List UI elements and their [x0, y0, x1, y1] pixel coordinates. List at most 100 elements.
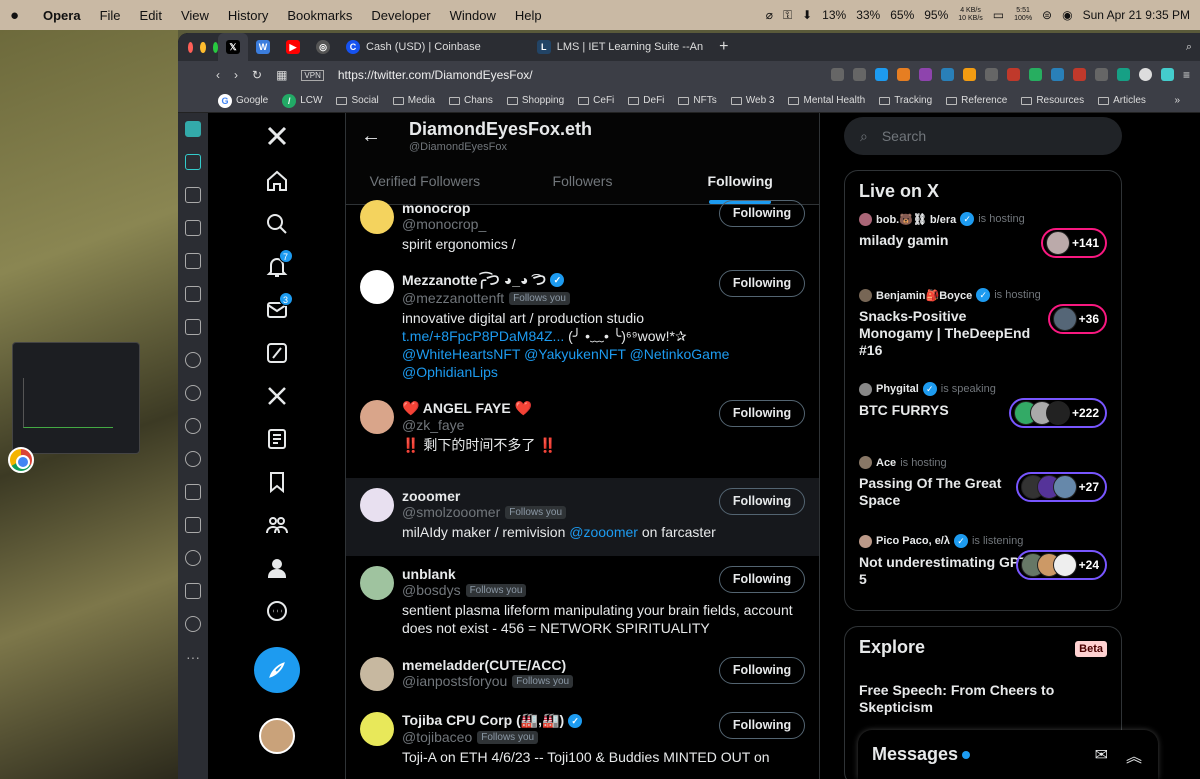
bookmark-folder[interactable]: Shopping — [506, 95, 564, 106]
lock-icon[interactable]: ⚿ — [783, 8, 792, 23]
bookmark-folder[interactable]: Reference — [946, 95, 1007, 106]
following-button[interactable]: Following — [719, 712, 805, 739]
vpn-icon[interactable]: VPN — [301, 69, 324, 81]
paperclip-icon[interactable]: ⌀ — [766, 8, 773, 22]
bookmarks-overflow-icon[interactable]: » — [1174, 95, 1200, 106]
wallet-icon[interactable] — [185, 253, 201, 269]
forward-icon[interactable]: › — [234, 68, 238, 82]
explore-item[interactable]: Free Speech: From Cheers to Skepticism — [845, 682, 1121, 716]
live-item[interactable]: Ace is hosting Passing Of The Great Space… — [845, 456, 1121, 534]
discord-icon[interactable] — [185, 352, 201, 368]
x-logo-icon[interactable] — [255, 112, 299, 160]
bio-mention[interactable]: @zooomer — [569, 524, 638, 540]
messages-icon[interactable]: 3 — [255, 288, 299, 332]
x-premium-icon[interactable] — [255, 374, 299, 418]
communities-icon[interactable] — [255, 503, 299, 547]
tab-search-icon[interactable]: ⌕ — [1178, 33, 1200, 61]
bookmark-google[interactable]: G Google — [218, 93, 268, 108]
user-avatar[interactable] — [360, 712, 394, 746]
live-item[interactable]: bob.🐻⛓ b/era ✓ is hosting milady gamin +14… — [845, 212, 1121, 288]
extension-icon[interactable] — [874, 68, 888, 81]
extension-icon[interactable] — [940, 68, 954, 81]
menu-icon[interactable]: ≡ — [1183, 68, 1190, 82]
more-icon[interactable]: ··· — [186, 649, 200, 665]
user-avatar[interactable] — [360, 270, 394, 304]
listeners-pill[interactable]: +141 — [1040, 228, 1107, 258]
bookmark-folder[interactable]: Social — [336, 95, 379, 106]
history-icon[interactable] — [185, 550, 201, 566]
extension-icon[interactable] — [1116, 68, 1130, 81]
bookmark-folder[interactable]: Tracking — [879, 95, 932, 106]
tab-youtube[interactable]: ▶ — [278, 33, 308, 61]
settings-icon[interactable] — [185, 616, 201, 632]
menu-history[interactable]: History — [228, 8, 268, 23]
bookmark-folder[interactable]: NFTs — [678, 95, 717, 106]
player-icon[interactable] — [185, 451, 201, 467]
tab-lms[interactable]: L LMS | IET Learning Suite --An — [529, 33, 711, 61]
list-item[interactable]: unblank @bosdys Follows you sentient plas… — [346, 556, 819, 651]
bookmark-folder[interactable]: Web 3 — [730, 95, 774, 106]
pages-icon[interactable] — [185, 187, 201, 203]
bio-mentions[interactable]: @WhiteHeartsNFT @YakyukenNFT @NetinkoGam… — [402, 346, 729, 362]
tab-w[interactable]: W — [248, 33, 278, 61]
messages-drawer[interactable]: Messages ✉ ︽ — [858, 730, 1158, 779]
extension-icon[interactable] — [1160, 68, 1174, 81]
back-arrow-icon[interactable]: ← — [361, 125, 381, 148]
extension-icon[interactable] — [1072, 68, 1086, 81]
following-button[interactable]: Following — [719, 400, 805, 427]
tab-coinbase[interactable]: C Cash (USD) | Coinbase — [338, 33, 489, 61]
live-item[interactable]: Phygital ✓ is speaking BTC FURRYS +222 — [845, 382, 1121, 456]
new-message-icon[interactable]: ✉ — [1095, 745, 1108, 765]
tab-following[interactable]: Following — [661, 158, 819, 204]
bio-link[interactable]: t.me/+8FpcP8PDaM84Z... — [402, 328, 564, 344]
listeners-pill[interactable]: +24 — [1015, 550, 1107, 580]
extension-icon[interactable] — [852, 68, 866, 81]
extension-icon[interactable] — [830, 68, 844, 81]
bookmark-folder[interactable]: Resources — [1021, 95, 1084, 106]
lists-icon[interactable] — [255, 417, 299, 461]
following-button[interactable]: Following — [719, 200, 805, 227]
bookmark-folder[interactable]: Chans — [448, 95, 493, 106]
user-avatar[interactable] — [360, 200, 394, 234]
back-icon[interactable]: ‹ — [216, 68, 220, 82]
list-item[interactable]: monocrop @monocrop_ spirit ergonomics / … — [346, 200, 819, 270]
following-button[interactable]: Following — [719, 488, 805, 515]
chrome-icon[interactable] — [8, 447, 34, 473]
user-avatar[interactable] — [360, 566, 394, 600]
siri-icon[interactable]: ◉ — [1062, 8, 1072, 22]
minimize-window-button[interactable] — [200, 41, 206, 53]
post-button[interactable] — [253, 647, 300, 693]
search-input[interactable]: ⌕ Search — [844, 117, 1122, 155]
list-item[interactable]: Tojiba CPU Corp (🏭,🏭) ✓ @tojibaceo Follows… — [346, 708, 819, 778]
extension-icon[interactable] — [962, 68, 976, 81]
extension-icon[interactable] — [918, 68, 932, 81]
list-item[interactable]: memeladder(CUTE/ACC) @ianpostsforyou Foll… — [346, 651, 819, 708]
following-button[interactable]: Following — [719, 270, 805, 297]
profile-icon[interactable] — [255, 546, 299, 590]
control-center-icon[interactable]: ⊜ — [1042, 8, 1052, 22]
window-thumbnail[interactable] — [12, 342, 140, 454]
listeners-pill[interactable]: +36 — [1047, 304, 1107, 334]
bookmark-folder[interactable]: Articles — [1098, 95, 1146, 106]
apple-icon[interactable]: ● — [10, 7, 24, 24]
tab-verified-followers[interactable]: Verified Followers — [346, 158, 504, 204]
new-tab-button[interactable]: + — [711, 33, 736, 61]
tab-globe[interactable]: ◎ — [308, 33, 338, 61]
explore-search-icon[interactable] — [255, 202, 299, 246]
menu-app[interactable]: Opera — [43, 8, 81, 23]
battery-icon[interactable]: ▭ — [993, 8, 1004, 22]
extension-icon[interactable] — [1050, 68, 1064, 81]
menu-window[interactable]: Window — [450, 8, 496, 23]
messenger-icon[interactable] — [185, 385, 201, 401]
user-avatar[interactable] — [360, 400, 394, 434]
user-avatar[interactable] — [360, 657, 394, 691]
menu-view[interactable]: View — [181, 8, 209, 23]
notes-icon[interactable] — [185, 484, 201, 500]
download-icon[interactable]: ⬇ — [802, 8, 812, 22]
url-field[interactable]: https://twitter.com/DiamondEyesFox/ — [338, 68, 533, 82]
following-button[interactable]: Following — [719, 657, 805, 684]
pin-icon[interactable] — [185, 517, 201, 533]
bookmark-folder[interactable]: CeFi — [578, 95, 614, 106]
reload-icon[interactable]: ↻ — [252, 68, 262, 82]
listeners-pill[interactable]: +27 — [1015, 472, 1107, 502]
